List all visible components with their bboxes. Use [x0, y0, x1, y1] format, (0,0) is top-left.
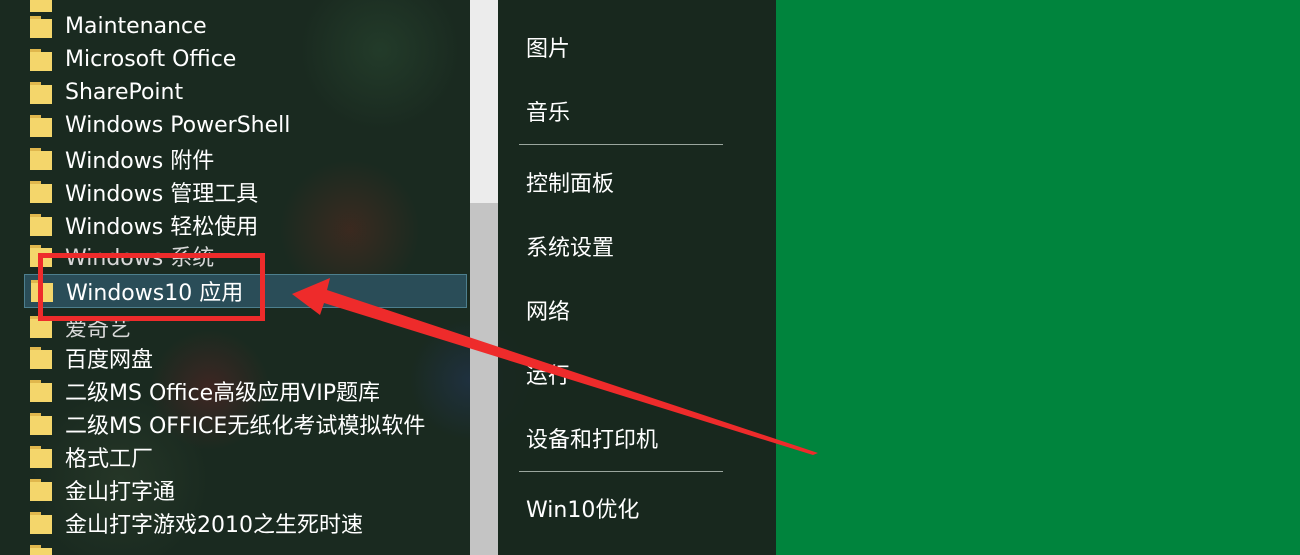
- annotation-arrow: [292, 278, 818, 455]
